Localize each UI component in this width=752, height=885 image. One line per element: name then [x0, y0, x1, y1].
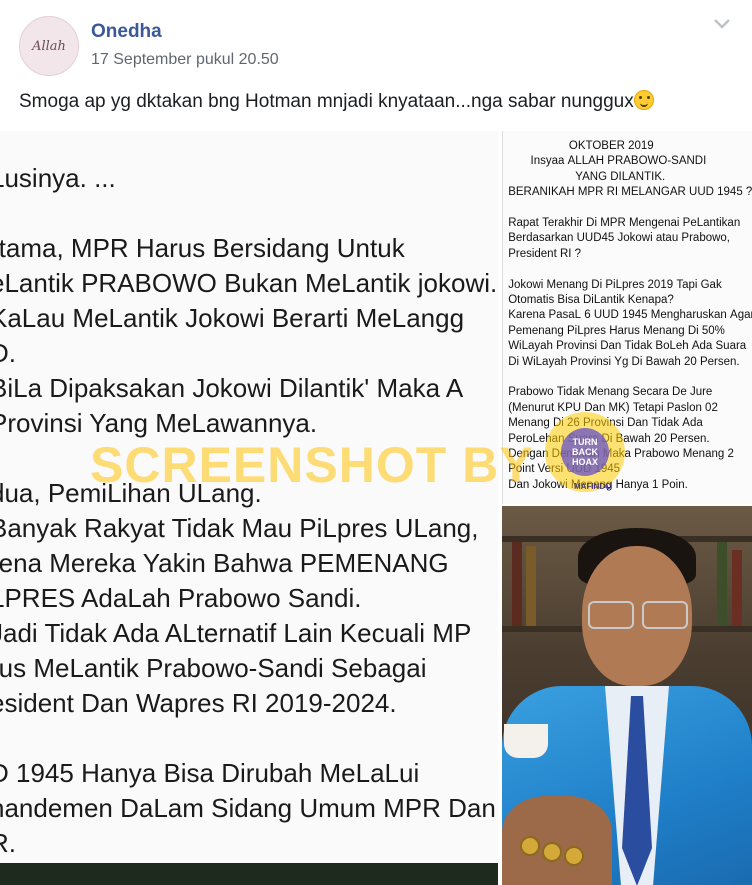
- caption-text: Smoga ap yg dktakan bng Hotman mnjadi kn…: [19, 91, 634, 112]
- seal-label: MAFINDO: [574, 482, 612, 491]
- left-image-line: LPRES AdaLah Prabowo Sandi.: [0, 583, 362, 613]
- left-image-line: Jadi Tidak Ada ALternatif Lain Kecuali M…: [0, 618, 472, 648]
- right-image-line: Otomatis Bisa DiLantik Kenapa?: [505, 294, 674, 306]
- right-image-line: President RI ?: [505, 247, 582, 260]
- book: [717, 542, 727, 626]
- post-caption: Smoga ap yg dktakan bng Hotman mnjadi kn…: [19, 90, 739, 113]
- left-image-line: Banyak Rakyat Tidak Mau PiLpres ULang,: [0, 513, 479, 543]
- right-image-line: BERANIKAH MPR RI MELANGAR UUD 1945 ??: [505, 186, 752, 199]
- left-image-line: rtama, MPR Harus Bersidang Untuk: [0, 233, 405, 263]
- right-image-line: Prabowo Tidak Menang Secara De Jure: [505, 386, 713, 399]
- left-screenshot-image[interactable]: Lusinya. ... rtama, MPR Harus Bersidang …: [0, 131, 498, 885]
- person-photo[interactable]: [502, 506, 752, 885]
- right-image-line: Insyaa ALLAH PRABOWO-SANDI: [505, 155, 707, 168]
- right-image-line: [505, 201, 752, 216]
- left-image-line: BiLa Dipaksakan Jokowi Dilantik' Maka A: [0, 373, 464, 403]
- left-image-line: KaLau MeLantik Jokowi Berarti MeLangg: [0, 303, 465, 333]
- hand: [502, 796, 612, 885]
- right-image-line: WiLayah Provinsi Dan Tidak BoLeh Ada Sua…: [505, 340, 747, 353]
- glasses-icon: [642, 601, 688, 629]
- right-image-line: Berdasarkan UUD45 Jokowi atau Prabowo,: [505, 232, 731, 245]
- gold-ring: [564, 846, 584, 866]
- left-image-line: D 1945 Hanya Bisa Dirubah MeLaLui: [0, 758, 420, 788]
- book: [512, 542, 522, 626]
- right-image-line: Rapat Terakhir Di MPR Mengenai PeLantika…: [505, 217, 741, 229]
- watermark-text: SCREENSHOT BY: [90, 437, 534, 493]
- right-image-line: Menang Di 26 Provinsi Dan Tidak Ada: [508, 417, 703, 430]
- right-text-image[interactable]: OKTOBER 2019 Insyaa ALLAH PRABOWO-SANDI …: [502, 131, 752, 504]
- image-bottom-strip: [0, 863, 498, 885]
- book: [732, 550, 742, 626]
- right-image-line: Di WiLayah Provinsi Yg Di Bawah 20 Perse…: [505, 355, 740, 368]
- book: [526, 546, 536, 626]
- right-image-line: [505, 262, 752, 277]
- left-image-line: rus MeLantik Prabowo-Sandi Sebagai: [0, 653, 427, 683]
- left-image-line: rena Mereka Yakin Bahwa PEMENANG: [0, 548, 449, 578]
- avatar[interactable]: Allah: [19, 16, 79, 76]
- right-image-line: OKTOBER 2019: [505, 140, 654, 152]
- left-image-line: D.: [0, 338, 16, 368]
- left-image-line: [0, 721, 498, 756]
- left-image-line: R.: [0, 828, 16, 858]
- right-image-line: Point Versi UUD 1945: [508, 463, 620, 476]
- right-image-line: Dan Jokowi Menang Hanya 1 Poin.: [508, 478, 688, 491]
- right-image-line: Karena PasaL 6 UUD 1945 Mengharuskan Aga…: [505, 309, 752, 322]
- right-image-line: Jokowi Menang Di PiLpres 2019 Tapi Gak: [505, 278, 722, 291]
- mafindo-seal-icon: TURN BACK HOAX: [545, 412, 625, 492]
- author-name[interactable]: Onedha: [91, 21, 162, 43]
- gold-ring: [520, 836, 540, 856]
- right-image-line: [505, 370, 752, 385]
- post-timestamp[interactable]: 17 September pukul 20.50: [91, 51, 279, 69]
- gold-ring: [542, 842, 562, 862]
- seal-text: TURN BACK HOAX: [561, 428, 609, 476]
- right-image-line: Dengan Demikian Maka Prabowo Menang 2: [508, 448, 734, 460]
- left-image-line: [0, 196, 498, 231]
- right-image-line: PeroLehan Suara Di Bawah 20 Persen.: [508, 432, 710, 445]
- chevron-down-icon[interactable]: [712, 16, 732, 32]
- left-image-line: Lusinya. ...: [0, 163, 116, 193]
- teacup: [504, 724, 548, 758]
- avatar-text: Allah: [32, 38, 66, 54]
- left-image-line: esident Dan Wapres RI 2019-2024.: [0, 688, 397, 718]
- left-image-line: eLantik PRABOWO Bukan MeLantik jokowi.: [0, 268, 498, 298]
- glasses-icon: [588, 601, 634, 629]
- smiling-face-icon: [633, 90, 654, 110]
- right-image-line: (Menurut KPU Dan MK) Tetapi Paslon 02: [505, 401, 718, 414]
- right-image-line: Pemenang PiLpres Harus Menang Di 50%: [505, 324, 725, 337]
- left-image-line: nandemen DaLam Sidang Umum MPR Dan: [0, 793, 496, 823]
- right-image-line: YANG DILANTIK.: [505, 170, 666, 183]
- left-image-text: Lusinya. ... rtama, MPR Harus Bersidang …: [0, 161, 498, 861]
- post-header: Allah Onedha 17 September pukul 20.50: [0, 0, 752, 80]
